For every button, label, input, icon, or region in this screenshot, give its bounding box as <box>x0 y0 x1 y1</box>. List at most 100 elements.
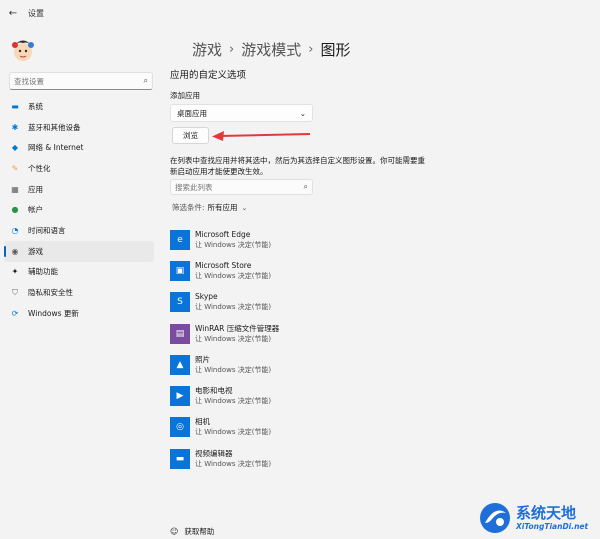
settings-search-input[interactable] <box>14 76 144 86</box>
chevron-down-icon: ⌄ <box>299 108 306 118</box>
edge-icon: e <box>170 229 190 250</box>
sidebar-item-4[interactable]: ▦ 应用 <box>4 179 154 200</box>
app-list-item[interactable]: ▤ WinRAR 压缩文件管理器让 Windows 决定(节能) <box>170 318 430 349</box>
app-gpu-preference: 让 Windows 决定(节能) <box>195 428 272 437</box>
chevron-down-icon: ⌄ <box>241 203 248 212</box>
sidebar-item-10[interactable]: ⟳ Windows 更新 <box>4 303 154 324</box>
app-list-item[interactable]: ▣ Microsoft Store 让 Windows 决定(节能) <box>170 255 430 286</box>
sidebar-item-2[interactable]: ◆ 网络 & Internet <box>4 137 154 158</box>
windows-update-icon: ⟳ <box>11 308 19 318</box>
watermark-subtitle: XiTongTianDi.net <box>516 521 589 531</box>
app-gpu-preference: 让 Windows 决定(节能) <box>195 271 272 280</box>
app-name: 照片 <box>195 354 210 364</box>
sidebar-item-label: Windows 更新 <box>28 308 79 318</box>
title-bar: ← 设置 <box>0 0 600 26</box>
list-search[interactable]: ⌕ <box>170 179 313 195</box>
app-type-dropdown[interactable]: 桌面应用 ⌄ <box>170 104 313 122</box>
privacy-shield-icon: ⛉ <box>12 287 18 297</box>
main-content: 游戏 › 游戏模式 › 图形 应用的自定义选项 添加应用 桌面应用 ⌄ 浏览 在… <box>160 26 600 539</box>
app-name: Skype <box>195 292 218 302</box>
add-app-label: 添加应用 <box>170 91 200 100</box>
chevron-right-icon: › <box>229 42 235 57</box>
watermark-title: 系统天地 <box>516 503 577 522</box>
sidebar-item-3[interactable]: ✎ 个性化 <box>4 158 154 179</box>
winrar-icon: ▤ <box>170 323 190 344</box>
dropdown-value: 桌面应用 <box>177 108 207 118</box>
app-name: 电影和电视 <box>195 386 233 396</box>
accessibility-icon: ✦ <box>11 267 19 277</box>
help-icon: ☺ <box>170 527 179 536</box>
app-gpu-preference: 让 Windows 决定(节能) <box>195 459 272 468</box>
sidebar-item-9[interactable]: ⛉ 隐私和安全性 <box>4 282 154 303</box>
watermark-logo <box>480 502 510 533</box>
settings-search[interactable]: ⌕ <box>9 72 153 90</box>
app-gpu-preference: 让 Windows 决定(节能) <box>195 240 272 249</box>
breadcrumb-gaming[interactable]: 游戏 <box>192 39 222 60</box>
personalization-icon: ✎ <box>11 163 19 173</box>
sidebar-item-1[interactable]: ✱ 蓝牙和其他设备 <box>4 117 154 138</box>
store-icon: ▣ <box>170 260 190 281</box>
filter-dropdown[interactable]: 筛选条件: 所有应用 ⌄ <box>172 202 247 213</box>
sidebar-item-0[interactable]: ▬ 系统 <box>4 96 154 117</box>
camera-icon: ◎ <box>170 417 190 438</box>
sidebar-item-label: 时间和语言 <box>28 225 66 235</box>
sidebar: ⌕ ▬ 系统 ✱ 蓝牙和其他设备 ◆ 网络 & Internet ✎ 个性化 ▦ 应用 ● 帐户 ◔ 时间… <box>0 26 160 539</box>
description-text: 在列表中查找应用并将其选中，然后为其选择自定义图形设置。你可能需要重新启动应用才… <box>170 156 425 176</box>
back-arrow-icon: ← <box>8 7 18 19</box>
apps-icon: ▦ <box>11 184 19 194</box>
gaming-icon: ◉ <box>11 246 19 256</box>
red-arrow-annotation <box>212 131 311 141</box>
breadcrumb: 游戏 › 游戏模式 › 图形 <box>192 39 350 60</box>
app-list-item[interactable]: ▲ 照片让 Windows 决定(节能) <box>170 349 430 380</box>
app-name: Microsoft Edge <box>195 229 251 239</box>
sidebar-item-8[interactable]: ✦ 辅助功能 <box>4 262 154 283</box>
sidebar-item-label: 游戏 <box>28 246 43 256</box>
sidebar-item-label: 个性化 <box>28 163 51 173</box>
sidebar-item-label: 系统 <box>28 101 43 111</box>
movies-tv-icon: ▶ <box>170 386 190 407</box>
app-gpu-preference: 让 Windows 决定(节能) <box>195 303 272 312</box>
filter-value: 所有应用 <box>207 203 238 212</box>
app-name: Microsoft Store <box>195 260 252 270</box>
sidebar-item-label: 蓝牙和其他设备 <box>28 122 81 132</box>
sidebar-item-5[interactable]: ● 帐户 <box>4 199 154 220</box>
sidebar-nav: ▬ 系统 ✱ 蓝牙和其他设备 ◆ 网络 & Internet ✎ 个性化 ▦ 应用 ● 帐户 ◔ 时间和语… <box>4 96 154 324</box>
app-list-item[interactable]: ▬ 视频编辑器让 Windows 决定(节能) <box>170 443 430 474</box>
breadcrumb-game-mode[interactable]: 游戏模式 <box>241 39 301 60</box>
system-icon: ▬ <box>11 101 19 111</box>
sidebar-item-label: 辅助功能 <box>28 267 58 277</box>
get-help-link[interactable]: ☺ 获取帮助 <box>170 526 214 537</box>
window-title: 设置 <box>28 8 44 18</box>
app-list-item[interactable]: S Skype 让 Windows 决定(节能) <box>170 287 430 318</box>
sidebar-item-7[interactable]: ◉ 游戏 <box>4 240 154 262</box>
app-name: 视频编辑器 <box>195 448 233 458</box>
app-list: e Microsoft Edge 让 Windows 决定(节能) ▣ Microsof… <box>170 224 430 474</box>
sidebar-item-label: 隐私和安全性 <box>28 288 73 298</box>
skype-icon: S <box>170 292 190 313</box>
watermark: 系统天地 XiTongTianDi.net <box>478 496 600 539</box>
filter-label: 筛选条件: <box>172 203 205 212</box>
chevron-right-icon: › <box>308 42 314 57</box>
app-list-item[interactable]: ▶ 电影和电视让 Windows 决定(节能) <box>170 380 430 411</box>
app-name: WinRAR 压缩文件管理器 <box>195 323 280 333</box>
browse-button[interactable]: 浏览 <box>172 127 209 144</box>
sidebar-item-6[interactable]: ◔ 时间和语言 <box>4 220 154 241</box>
app-list-item[interactable]: e Microsoft Edge 让 Windows 决定(节能) <box>170 224 430 255</box>
section-title: 应用的自定义选项 <box>170 70 247 81</box>
avatar[interactable] <box>8 34 38 64</box>
sidebar-item-label: 帐户 <box>28 205 43 215</box>
breadcrumb-graphics: 图形 <box>320 41 351 59</box>
search-icon: ⌕ <box>143 76 148 85</box>
bluetooth-icon: ✱ <box>11 122 19 132</box>
sidebar-item-label: 网络 & Internet <box>28 143 84 153</box>
list-search-input[interactable] <box>175 182 304 192</box>
help-label: 获取帮助 <box>184 527 215 536</box>
search-icon: ⌕ <box>303 182 308 191</box>
app-name: 相机 <box>195 417 210 427</box>
back-button[interactable]: ← <box>2 2 24 24</box>
photos-icon: ▲ <box>170 354 190 375</box>
app-list-item[interactable]: ◎ 相机让 Windows 决定(节能) <box>170 412 430 443</box>
accounts-icon: ● <box>11 205 19 215</box>
app-gpu-preference: 让 Windows 决定(节能) <box>195 334 272 343</box>
app-gpu-preference: 让 Windows 决定(节能) <box>195 397 272 406</box>
